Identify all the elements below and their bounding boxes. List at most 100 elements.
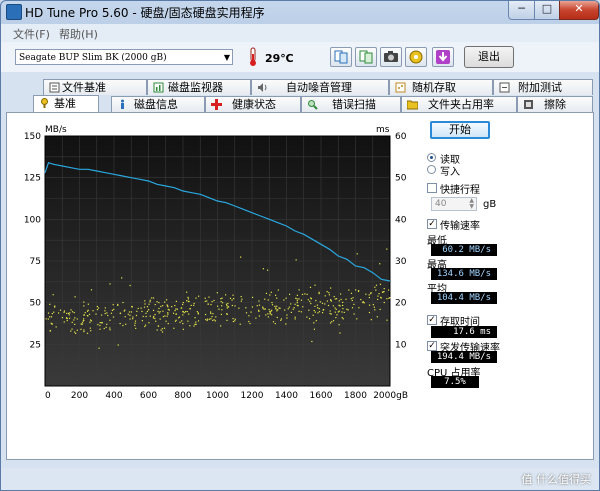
access-time-point bbox=[59, 309, 62, 311]
menu-help[interactable]: 帮助(H) bbox=[59, 26, 98, 42]
title-bar[interactable]: HD Tune Pro 5.60 - 硬盘/固态硬盘实用程序 ─ □ ✕ bbox=[1, 1, 599, 23]
access-time-point bbox=[379, 283, 382, 285]
access-time-point bbox=[306, 293, 308, 295]
tab-noise-management[interactable]: 自动噪音管理 bbox=[251, 79, 389, 95]
access-time-point bbox=[368, 304, 371, 306]
copy-info-button[interactable] bbox=[330, 47, 352, 67]
access-time-point bbox=[379, 263, 381, 265]
access-time-point bbox=[272, 321, 275, 323]
access-time-point bbox=[157, 325, 160, 327]
tab-erase[interactable]: 擦除 bbox=[517, 96, 593, 112]
access-time-point bbox=[321, 312, 324, 314]
access-time-point bbox=[263, 308, 265, 310]
access-time-point bbox=[317, 312, 319, 314]
access-time-checkbox[interactable]: ✓ bbox=[427, 315, 437, 325]
access-time-point bbox=[205, 318, 207, 321]
y-left-tick-label: 50 bbox=[30, 299, 42, 309]
access-time-point bbox=[290, 311, 292, 313]
access-time-point bbox=[144, 303, 146, 305]
access-time-point bbox=[373, 306, 375, 308]
access-time-point bbox=[355, 289, 357, 291]
access-time-point bbox=[89, 319, 92, 321]
access-time-point bbox=[76, 329, 78, 331]
read-radio[interactable] bbox=[427, 153, 436, 162]
access-time-point bbox=[135, 327, 137, 329]
access-time-point bbox=[358, 307, 360, 309]
access-time-point bbox=[360, 298, 362, 301]
access-time-point bbox=[213, 319, 215, 321]
access-time-point bbox=[173, 327, 175, 329]
copy-all-button[interactable] bbox=[355, 47, 377, 67]
screenshot-button[interactable] bbox=[380, 47, 402, 67]
access-time-point bbox=[134, 324, 136, 327]
access-time-point bbox=[98, 347, 100, 349]
access-time-point bbox=[134, 322, 136, 324]
x-tick-label: 600 bbox=[140, 391, 157, 401]
quick-stepper[interactable]: 40 ▲ ▼ bbox=[431, 197, 477, 211]
menu-file[interactable]: 文件(F) bbox=[13, 26, 50, 42]
access-time-point bbox=[213, 299, 215, 302]
access-time-point bbox=[178, 317, 180, 319]
x-tick-label: 800 bbox=[174, 391, 191, 401]
access-time-point bbox=[317, 307, 319, 309]
write-radio[interactable] bbox=[427, 165, 436, 174]
save-button[interactable] bbox=[432, 47, 454, 67]
access-time-point bbox=[216, 292, 218, 294]
access-time-point bbox=[83, 301, 85, 303]
access-time-point bbox=[51, 323, 53, 325]
close-button[interactable]: ✕ bbox=[559, 1, 599, 20]
access-time-point bbox=[314, 284, 316, 286]
options-button[interactable] bbox=[405, 47, 427, 67]
quick-checkbox[interactable] bbox=[427, 183, 437, 193]
access-time-point bbox=[211, 301, 213, 303]
burst-rate-checkbox[interactable]: ✓ bbox=[427, 341, 437, 351]
tab-label: 自动噪音管理 bbox=[286, 81, 352, 94]
tab-error-scan[interactable]: 错误扫描 bbox=[301, 96, 401, 112]
tab-health[interactable]: 健康状态 bbox=[205, 96, 301, 112]
benchmark-chart: MB/s ms2550751001251501020304050600 200 400… bbox=[24, 125, 408, 401]
access-time-point bbox=[134, 320, 137, 322]
access-time-point bbox=[240, 256, 242, 258]
tab-extra-tests[interactable]: 附加测试 bbox=[493, 79, 593, 95]
access-time-point bbox=[326, 300, 328, 302]
drive-select-value: Seagate BUP Slim BK (2000 gB) bbox=[19, 53, 167, 63]
access-time-point bbox=[350, 297, 352, 300]
folder-icon bbox=[407, 100, 418, 110]
access-time-point bbox=[296, 300, 298, 302]
maximize-button[interactable]: □ bbox=[534, 1, 560, 20]
access-time-point bbox=[338, 310, 340, 312]
tab-disk-info[interactable]: 磁盘信息 bbox=[111, 96, 205, 112]
tab-benchmark[interactable]: 基准 bbox=[33, 95, 99, 112]
access-time-point bbox=[335, 308, 337, 310]
access-time-point bbox=[274, 322, 276, 325]
access-time-point bbox=[123, 310, 125, 312]
access-time-point bbox=[231, 304, 233, 307]
access-time-point bbox=[351, 299, 353, 302]
exit-button[interactable]: 退出 bbox=[464, 46, 514, 68]
access-time-point bbox=[195, 321, 197, 323]
access-time-point bbox=[285, 297, 287, 299]
access-time-point bbox=[148, 322, 150, 324]
tab-folder-usage[interactable]: 文件夹占用率 bbox=[401, 96, 517, 112]
transfer-rate-checkbox[interactable]: ✓ bbox=[427, 219, 437, 229]
access-time-point bbox=[248, 315, 250, 317]
access-time-point bbox=[175, 308, 177, 310]
access-time-point bbox=[225, 294, 227, 296]
access-time-point bbox=[112, 316, 115, 318]
access-time-point bbox=[245, 312, 248, 314]
access-time-point bbox=[52, 294, 54, 296]
access-time-point bbox=[265, 292, 268, 294]
tab-file-benchmark[interactable]: 文件基准 bbox=[43, 79, 147, 95]
access-time-point bbox=[368, 294, 370, 296]
disk-monitor-icon bbox=[153, 82, 164, 93]
start-button[interactable]: 开始 bbox=[430, 121, 490, 139]
access-time-point bbox=[80, 328, 82, 330]
access-time-point bbox=[338, 324, 340, 326]
access-time-point bbox=[220, 298, 222, 300]
tab-random-access[interactable]: 随机存取 bbox=[389, 79, 493, 95]
access-time-point bbox=[119, 312, 121, 315]
access-time-point bbox=[83, 305, 85, 307]
tab-disk-monitor[interactable]: 磁盘监视器 bbox=[147, 79, 251, 95]
drive-select[interactable]: Seagate BUP Slim BK (2000 gB) ▼ bbox=[15, 49, 233, 65]
minimize-button[interactable]: ─ bbox=[508, 1, 535, 20]
